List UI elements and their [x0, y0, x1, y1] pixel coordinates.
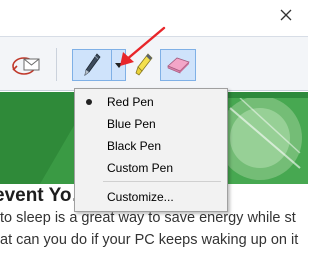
- article-text-line: to sleep is a great way to save energy w…: [0, 210, 296, 226]
- pen-icon: [84, 53, 101, 76]
- menu-item-label: Red Pen: [107, 95, 154, 109]
- red-arrow-icon: [120, 26, 166, 66]
- menu-item-red-pen[interactable]: Red Pen: [75, 91, 227, 113]
- menu-item-customize[interactable]: Customize...: [75, 186, 227, 208]
- menu-item-label: Custom Pen: [107, 161, 174, 175]
- article-text-line: at can you do if your PC keeps waking up…: [0, 232, 299, 248]
- close-icon: [280, 9, 292, 21]
- pen-dropdown-menu: Red Pen Blue Pen Black Pen Custom Pen Cu…: [74, 88, 228, 212]
- selected-radio-dot-icon: [86, 99, 92, 105]
- toolbar-separator: [56, 48, 57, 81]
- menu-item-custom-pen[interactable]: Custom Pen: [75, 157, 227, 179]
- close-button[interactable]: [264, 0, 308, 30]
- envelope-share-icon: [12, 57, 40, 75]
- browser-window: event Yo… from Wa to sleep is a great wa…: [0, 0, 308, 256]
- menu-item-label: Black Pen: [107, 139, 162, 153]
- menu-item-label: Blue Pen: [107, 117, 156, 131]
- menu-item-black-pen[interactable]: Black Pen: [75, 135, 227, 157]
- menu-item-blue-pen[interactable]: Blue Pen: [75, 113, 227, 135]
- pen-button[interactable]: [72, 49, 112, 81]
- menu-item-label: Customize...: [107, 190, 174, 204]
- share-button[interactable]: [8, 49, 44, 81]
- menu-separator: [103, 181, 221, 182]
